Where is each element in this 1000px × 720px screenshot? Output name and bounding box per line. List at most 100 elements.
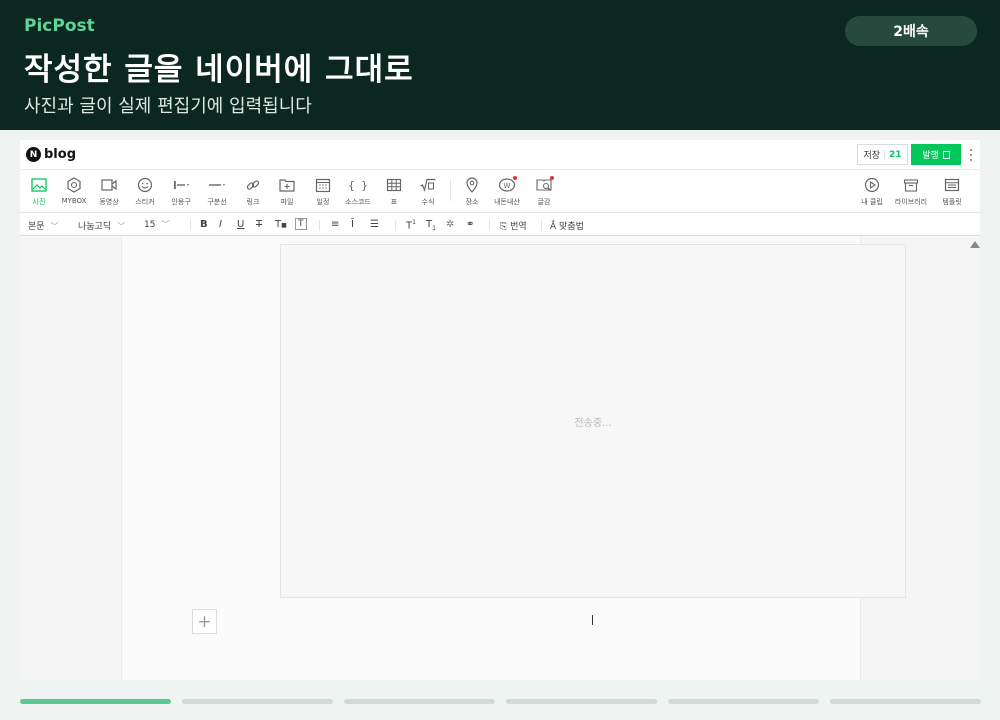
clip-play-icon (864, 177, 880, 193)
story-progress (20, 699, 981, 704)
location-pin-icon (466, 177, 478, 193)
toolbar-mybox[interactable]: MYBOX (54, 176, 94, 210)
image-upload-placeholder: 전송중... (280, 244, 906, 598)
toolbar-my-money[interactable]: W 내돈내산 (487, 176, 527, 210)
paragraph-style-select[interactable]: 본문 ﹀ (28, 219, 59, 232)
toolbar-label: 장소 (465, 198, 479, 206)
progress-segment (20, 699, 171, 704)
toolbar-label: 사진 (32, 198, 46, 206)
sticker-icon (137, 177, 153, 193)
italic-icon[interactable]: I (219, 219, 222, 230)
svg-text:{ }: { } (349, 179, 367, 192)
editor-canvas: 전송중... + (20, 237, 980, 680)
font-color-icon[interactable]: T■ (275, 219, 287, 230)
toolbar-label: 일정 (316, 198, 330, 206)
save-separator (884, 150, 886, 159)
font-family-select[interactable]: 나눔고딕 ﹀ (78, 219, 125, 232)
format-separator (190, 220, 191, 231)
line-height-icon[interactable]: Ī (351, 219, 354, 230)
upload-status: 전송중... (574, 417, 612, 429)
toolbar-quote[interactable]: 인용구 (161, 176, 201, 210)
quote-icon (174, 181, 189, 189)
link-icon[interactable]: ⚭ (466, 219, 474, 230)
more-options-icon[interactable] (966, 147, 976, 163)
save-count: 21 (889, 149, 902, 160)
playback-speed-badge[interactable]: 2배속 (845, 16, 977, 46)
new-badge-dot (513, 176, 517, 180)
font-size-select[interactable]: 15 ﹀ (144, 219, 169, 230)
add-component-button[interactable]: + (192, 609, 217, 634)
format-separator (541, 220, 542, 231)
naver-blog-logo[interactable]: N blog (26, 147, 76, 162)
toolbar-divider[interactable]: 구분선 (197, 176, 237, 210)
template-icon (944, 178, 960, 192)
toolbar-label: 구분선 (207, 198, 227, 206)
scroll-up-icon[interactable] (970, 241, 980, 248)
toolbar-label: 라이브러리 (894, 198, 928, 206)
publish-button[interactable]: 발행 (911, 144, 961, 165)
save-label: 저장 (863, 151, 881, 161)
publish-label: 발행 (922, 151, 939, 161)
chevron-down-icon: ﹀ (117, 222, 126, 231)
progress-segment (182, 699, 333, 704)
save-button[interactable]: 저장 21 (857, 144, 908, 165)
blog-editor-window: N blog 저장 21 발행 사진 MYBOX 동영상 스티커 인용구 구분선… (20, 140, 980, 680)
subscript-icon[interactable]: T1 (426, 219, 436, 232)
progress-segment (830, 699, 981, 704)
text-cursor (592, 615, 593, 625)
document-area[interactable]: 전송중... + (121, 237, 906, 680)
toolbar-template[interactable]: 템플릿 (932, 176, 972, 210)
background-color-icon[interactable]: T (295, 218, 307, 230)
toolbar-label: 파일 (280, 198, 294, 206)
svg-text:W: W (504, 182, 511, 190)
divider-line-icon (209, 184, 225, 186)
editor-topbar: N blog 저장 21 발행 (20, 140, 980, 170)
toolbar-material[interactable]: 글감 (524, 176, 564, 210)
library-icon (903, 179, 919, 192)
format-separator (319, 220, 320, 231)
toolbar-label: MYBOX (61, 197, 87, 205)
toolbar-label: 소스코드 (345, 198, 371, 206)
font-family-value: 나눔고딕 (78, 222, 112, 232)
toolbar-video[interactable]: 동영상 (89, 176, 129, 210)
superscript-icon[interactable]: T1 (406, 219, 416, 231)
toolbar-label: 수식 (421, 198, 435, 206)
format-toolbar: 본문 ﹀ 나눔고딕 ﹀ 15 ﹀ B I U T T■ T ≡ Ī ☰ T1 T1 ✲… (20, 214, 980, 236)
font-size-value: 15 (144, 220, 156, 230)
file-icon (279, 179, 295, 192)
toolbar-location[interactable]: 장소 (452, 176, 492, 210)
translate-button[interactable]: ⎘ 번역 (500, 219, 527, 232)
brand-name: PicPost (24, 16, 95, 36)
bold-icon[interactable]: B (200, 219, 208, 230)
toolbar-file[interactable]: 파일 (267, 176, 307, 210)
headline: 작성한 글을 네이버에 그대로 (24, 52, 414, 88)
translate-label: 번역 (510, 222, 527, 232)
underline-icon[interactable]: U (237, 219, 244, 230)
toolbar-label: 글감 (537, 198, 551, 206)
new-badge-dot (550, 176, 554, 180)
subheadline: 사진과 글이 실제 편집기에 입력됩니다 (24, 96, 312, 117)
special-char-icon[interactable]: ✲ (446, 219, 454, 230)
photo-icon (31, 178, 47, 192)
toolbar-my-clip[interactable]: 내 클립 (852, 176, 892, 210)
toolbar-sticker[interactable]: 스티커 (125, 176, 165, 210)
paragraph-style-value: 본문 (28, 222, 45, 232)
align-center-icon[interactable]: ≡ (331, 219, 339, 230)
toolbar-label: 내돈내산 (494, 198, 520, 206)
list-icon[interactable]: ☰ (370, 219, 379, 230)
chevron-down-icon: ﹀ (161, 220, 170, 229)
spell-check-button[interactable]: Ắ 맞춤법 (550, 219, 584, 232)
toolbar-label: 인용구 (171, 198, 191, 206)
spell-check-icon: Ắ (550, 222, 557, 232)
insert-toolbar: 사진 MYBOX 동영상 스티커 인용구 구분선 링크 파일 일정 {} 소스… (20, 171, 980, 213)
strikethrough-icon[interactable]: T (256, 219, 262, 230)
toolbar-calendar[interactable]: 일정 (303, 176, 343, 210)
toolbar-label: 스티커 (135, 198, 155, 206)
toolbar-formula[interactable]: 수식 (408, 176, 448, 210)
source-code-icon: { } (349, 179, 367, 192)
toolbar-library[interactable]: 라이브러리 (891, 176, 931, 210)
toolbar-label: 표 (390, 198, 398, 206)
logo-text: blog (44, 147, 76, 162)
progress-segment (668, 699, 819, 704)
toolbar-source-code[interactable]: { } 소스코드 (338, 176, 378, 210)
